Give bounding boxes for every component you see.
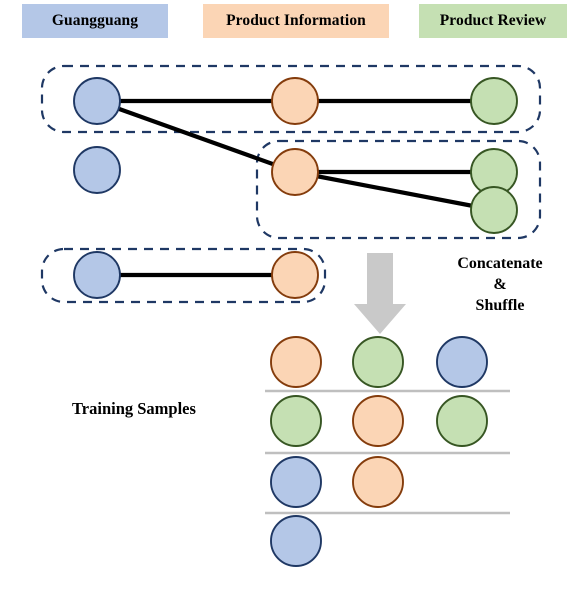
training-sample-node-r4-c1-blue	[270, 515, 322, 567]
training-sample-node-r2-c2-orange	[352, 395, 404, 447]
graph-node-orange-n9	[271, 251, 319, 299]
graph-node-blue-n8	[73, 251, 121, 299]
training-sample-node-r3-c1-blue	[270, 456, 322, 508]
concat-line-3: Shuffle	[475, 297, 525, 315]
training-sample-node-r2-c1-green	[270, 395, 322, 447]
graph-edge-n5-n7	[294, 169, 495, 213]
training-sample-node-r1-c3-blue	[436, 336, 488, 388]
graph-node-orange-n5	[271, 148, 319, 196]
training-samples-label: Training Samples	[72, 399, 196, 418]
concatenate-shuffle-label: Concatenate & Shuffle	[437, 253, 563, 316]
training-sample-node-r2-c3-green	[436, 395, 488, 447]
graph-node-green-n3	[470, 77, 518, 125]
down-arrow-icon	[354, 253, 406, 334]
graph-edge-n1-n5	[96, 99, 296, 174]
graph-node-green-n7	[470, 186, 518, 234]
graph-node-blue-n4	[73, 146, 121, 194]
concat-line-1: Concatenate	[457, 255, 543, 272]
graph-node-orange-n2	[271, 77, 319, 125]
training-sample-node-group	[270, 336, 488, 567]
training-sample-node-r3-c2-orange	[352, 456, 404, 508]
diagram-canvas: Guangguang Product Information Product R…	[0, 0, 572, 598]
graph-node-blue-n1	[73, 77, 121, 125]
training-sample-node-r1-c2-green	[352, 336, 404, 388]
down-arrow-icon	[354, 253, 406, 334]
concat-line-2: &	[493, 276, 507, 294]
training-sample-node-r1-c1-orange	[270, 336, 322, 388]
